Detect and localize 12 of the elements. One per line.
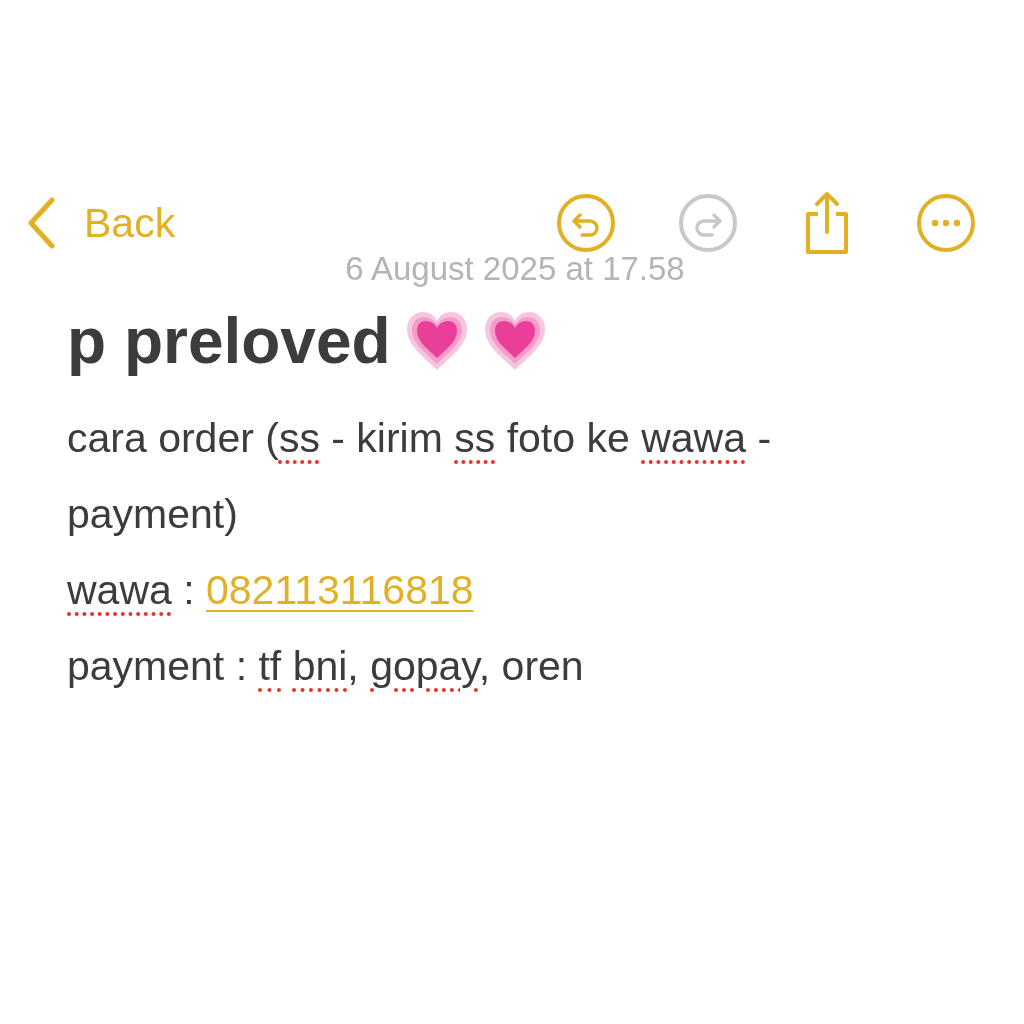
back-button[interactable]: Back [26,197,176,249]
heart-icon [404,310,469,372]
note-text: payment : tf bni, gopay, oren [67,642,585,691]
phone-link[interactable]: 082113116818 [206,567,474,613]
note-date: 6 August 2025 at 17.58 [344,250,686,288]
heart-icon [482,310,547,372]
note-text: wawa : 082113116818 [67,566,475,615]
note-text: cara order (ss - kirim ss foto ke wawa - payment) [67,414,773,539]
undo-button[interactable] [556,193,616,253]
chevron-left-icon [26,197,56,249]
more-button[interactable] [916,193,976,253]
note-title: p preloved [67,304,391,378]
